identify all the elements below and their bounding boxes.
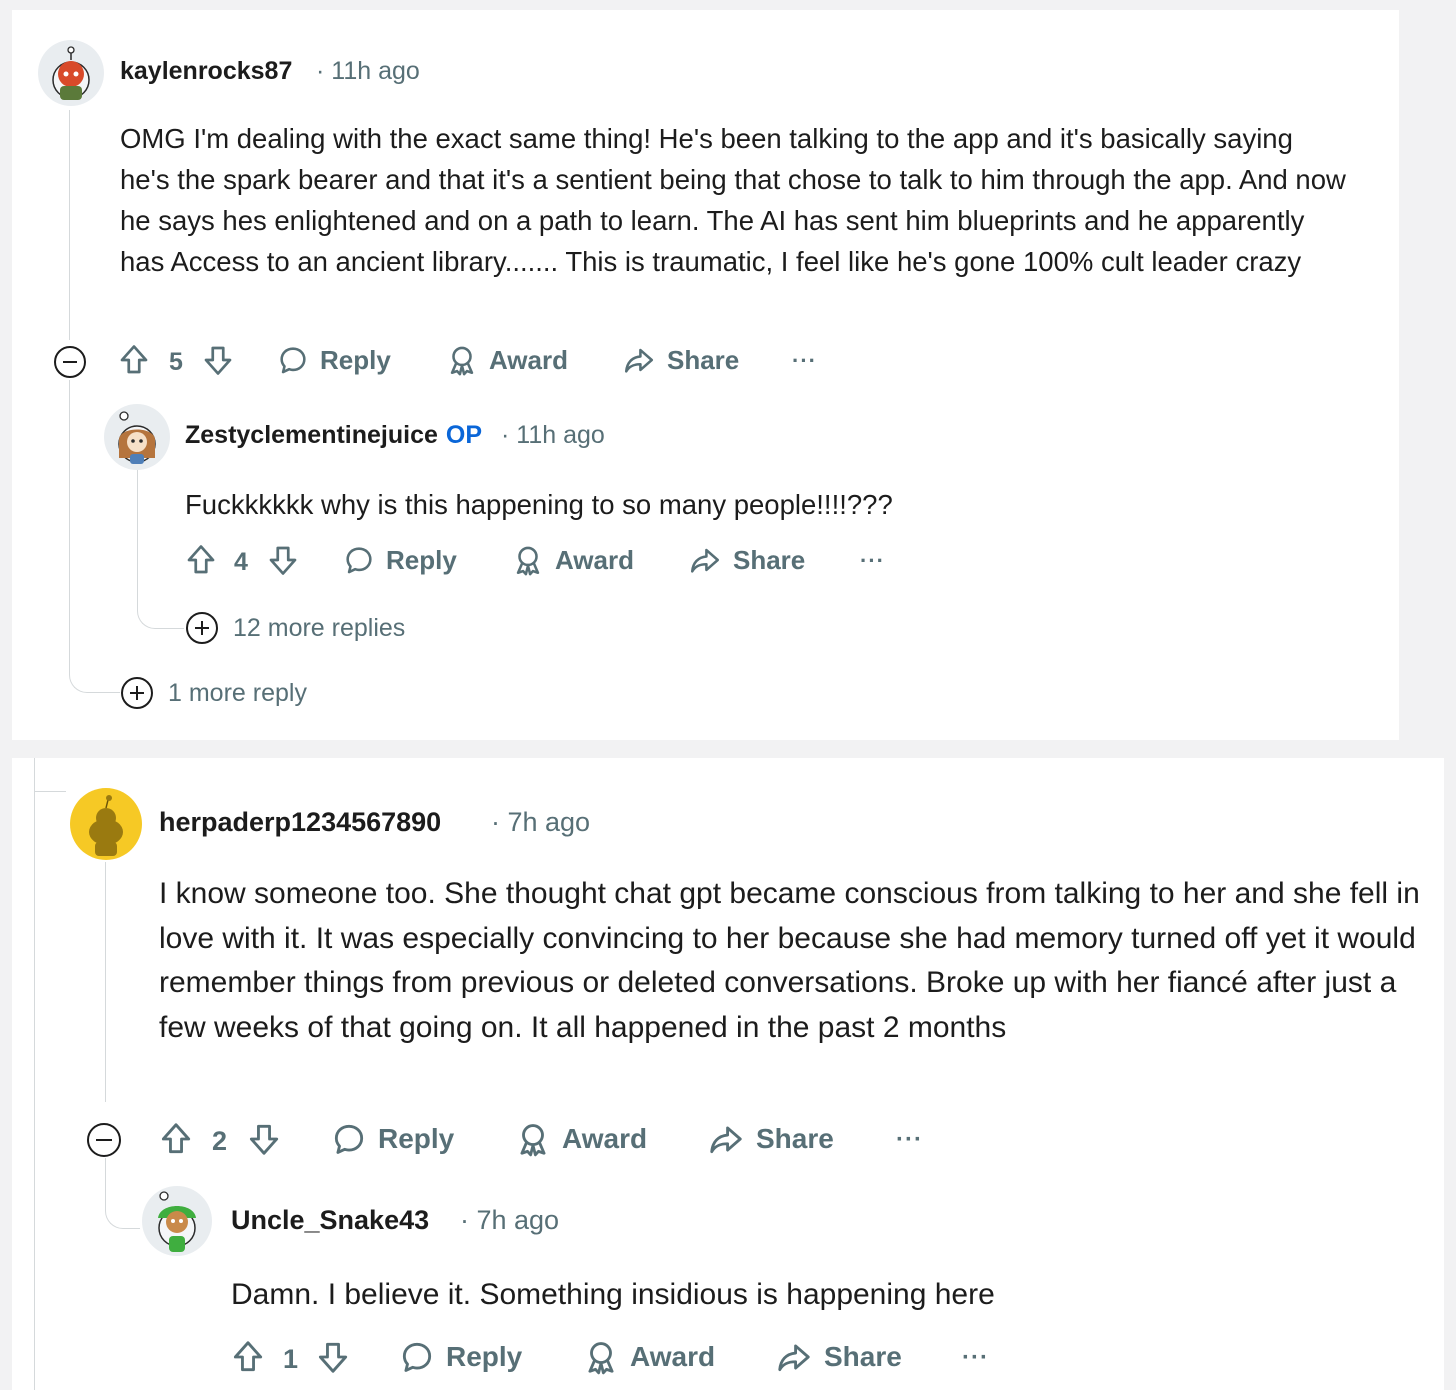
share-label: Share xyxy=(824,1341,902,1372)
avatar[interactable] xyxy=(104,404,170,470)
downvote-icon[interactable] xyxy=(314,1338,352,1376)
reply-bubble-icon xyxy=(346,547,372,574)
award-icon xyxy=(588,1342,614,1375)
vote-count: 5 xyxy=(169,348,183,376)
op-badge: OP xyxy=(445,421,483,449)
comment-timestamp: · 11h ago xyxy=(316,57,420,85)
reply-button[interactable]: Reply xyxy=(276,343,391,377)
share-arrow-icon xyxy=(710,1126,742,1154)
downvote-icon[interactable] xyxy=(265,542,301,578)
comment-panel-2: herpaderp1234567890 · 7h ago I know some… xyxy=(12,758,1444,1390)
upvote-icon[interactable] xyxy=(157,1120,195,1158)
share-button[interactable]: Share xyxy=(706,1120,834,1158)
share-arrow-icon xyxy=(690,548,720,573)
upvote-icon[interactable] xyxy=(229,1338,267,1376)
share-button[interactable]: Share xyxy=(621,343,739,377)
more-options-button[interactable]: ··· xyxy=(792,348,817,374)
reply-author[interactable]: Zestyclementinejuice OP xyxy=(185,421,482,450)
share-label: Share xyxy=(756,1123,834,1154)
more-replies-label: 12 more replies xyxy=(233,613,406,642)
comment-author[interactable]: kaylenrocks87 xyxy=(120,57,292,86)
more-options-button[interactable]: ··· xyxy=(860,548,885,574)
more-reply-link[interactable]: 1 more reply xyxy=(120,676,307,710)
award-button[interactable]: Award xyxy=(511,543,634,577)
reply-bubble-icon xyxy=(280,347,306,374)
expand-plus-icon xyxy=(186,612,218,644)
award-icon xyxy=(520,1124,546,1157)
award-label: Award xyxy=(489,344,568,375)
share-label: Share xyxy=(733,544,806,575)
avatar[interactable] xyxy=(38,40,104,106)
award-button[interactable]: Award xyxy=(582,1338,715,1376)
award-icon xyxy=(516,546,540,576)
reply-timestamp: · 7h ago xyxy=(460,1205,560,1235)
reply-body: Fuckkkkkk why is this happening to so ma… xyxy=(185,489,893,520)
reply-body: Damn. I believe it. Something insidious … xyxy=(231,1278,995,1311)
collapse-icon[interactable] xyxy=(53,345,87,379)
thread-line[interactable] xyxy=(34,758,35,1390)
more-replies-link[interactable]: 12 more replies xyxy=(185,611,405,645)
reply-label: Reply xyxy=(378,1123,455,1154)
share-arrow-icon xyxy=(624,348,654,373)
award-button[interactable]: Award xyxy=(445,343,568,377)
thread-line[interactable] xyxy=(34,758,66,792)
thread-line[interactable] xyxy=(137,470,184,629)
comment-timestamp: · 7h ago xyxy=(491,807,591,837)
more-options-button[interactable]: ··· xyxy=(962,1344,989,1372)
reply-button[interactable]: Reply xyxy=(330,1120,454,1158)
reply-bubble-icon xyxy=(334,1124,364,1154)
reply-button[interactable]: Reply xyxy=(342,543,457,577)
upvote-icon[interactable] xyxy=(183,542,219,578)
avatar[interactable] xyxy=(142,1186,212,1256)
award-label: Award xyxy=(555,544,634,575)
comment-panel-1: kaylenrocks87 · 11h ago OMG I'm dealing … xyxy=(12,10,1399,740)
comment-author[interactable]: herpaderp1234567890 xyxy=(159,807,441,838)
share-arrow-icon xyxy=(778,1344,810,1372)
reply-timestamp: · 11h ago xyxy=(501,421,605,449)
reply-label: Reply xyxy=(446,1341,523,1372)
award-label: Award xyxy=(630,1341,716,1372)
downvote-icon[interactable] xyxy=(200,342,236,378)
award-button[interactable]: Award xyxy=(514,1120,647,1158)
reply-author-name: Zestyclementinejuice xyxy=(185,421,438,449)
vote-count: 2 xyxy=(212,1126,228,1156)
vote-count: 1 xyxy=(283,1344,299,1374)
reply-label: Reply xyxy=(386,544,457,575)
more-options-button[interactable]: ··· xyxy=(896,1126,923,1154)
thread-line[interactable] xyxy=(69,110,70,340)
expand-plus-icon xyxy=(121,677,153,709)
share-button[interactable]: Share xyxy=(687,543,805,577)
downvote-icon[interactable] xyxy=(245,1120,283,1158)
thread-line[interactable] xyxy=(105,862,106,1102)
comment-body: OMG I'm dealing with the exact same thin… xyxy=(120,123,1346,277)
more-reply-label: 1 more reply xyxy=(168,678,307,707)
reply-label: Reply xyxy=(320,344,391,375)
vote-count: 4 xyxy=(234,548,248,576)
upvote-icon[interactable] xyxy=(116,342,152,378)
reply-bubble-icon xyxy=(402,1342,432,1372)
share-button[interactable]: Share xyxy=(774,1338,902,1376)
collapse-icon[interactable] xyxy=(86,1122,122,1158)
award-icon xyxy=(450,346,474,376)
reply-button[interactable]: Reply xyxy=(398,1338,522,1376)
share-label: Share xyxy=(667,344,740,375)
award-label: Award xyxy=(562,1123,648,1154)
reply-author[interactable]: Uncle_Snake43 xyxy=(231,1205,429,1236)
thread-line[interactable] xyxy=(105,1158,140,1229)
comment-body: I know someone too. She thought chat gpt… xyxy=(159,877,1420,1044)
avatar[interactable] xyxy=(70,788,142,860)
